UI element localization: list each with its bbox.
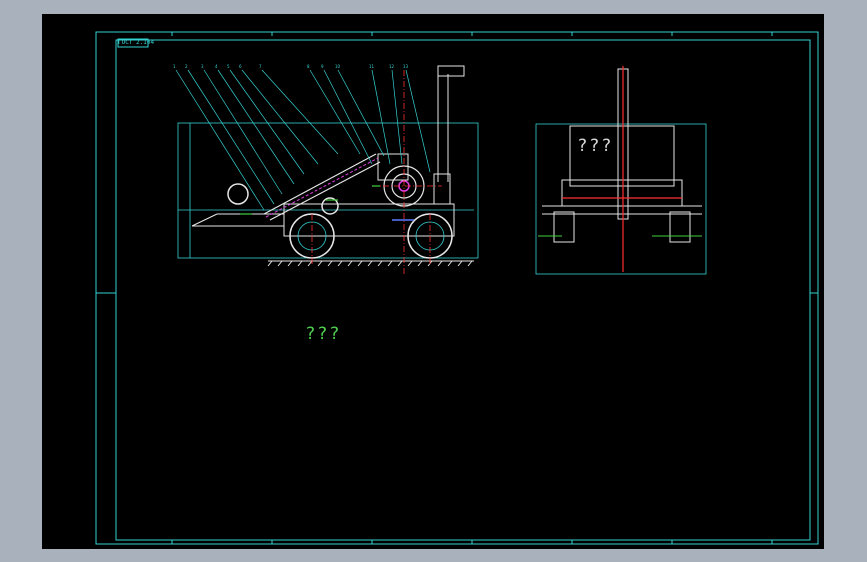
svg-text:5: 5 (227, 64, 230, 69)
svg-text:9: 9 (321, 64, 324, 69)
svg-text:3: 3 (201, 64, 204, 69)
side-view-part-numbers: 123 456 789 10 11 12 13 (173, 64, 409, 69)
cad-drawing: 123 456 789 10 11 12 13 (95, 31, 819, 545)
frame-ticks (171, 32, 773, 544)
svg-text:1: 1 (173, 64, 176, 69)
svg-text:11: 11 (369, 64, 375, 69)
svg-text:6: 6 (239, 64, 242, 69)
svg-text:12: 12 (389, 64, 395, 69)
svg-text:10: 10 (335, 64, 341, 69)
svg-text:7: 7 (259, 64, 262, 69)
drawing-frame (95, 31, 819, 545)
svg-text:8: 8 (307, 64, 310, 69)
svg-text:13: 13 (403, 64, 409, 69)
svg-text:4: 4 (215, 64, 218, 69)
frame-label: ГОСТ 2.104 (118, 39, 155, 46)
plan-view-label: ??? (306, 324, 343, 344)
side-view: 123 456 789 10 11 12 13 (173, 64, 479, 276)
cad-canvas[interactable]: 123 456 789 10 11 12 13 ГОСТ 2.104 ??? ?… (42, 14, 824, 549)
front-view (535, 66, 707, 275)
side-view-label: ??? (578, 136, 615, 156)
svg-text:2: 2 (185, 64, 188, 69)
